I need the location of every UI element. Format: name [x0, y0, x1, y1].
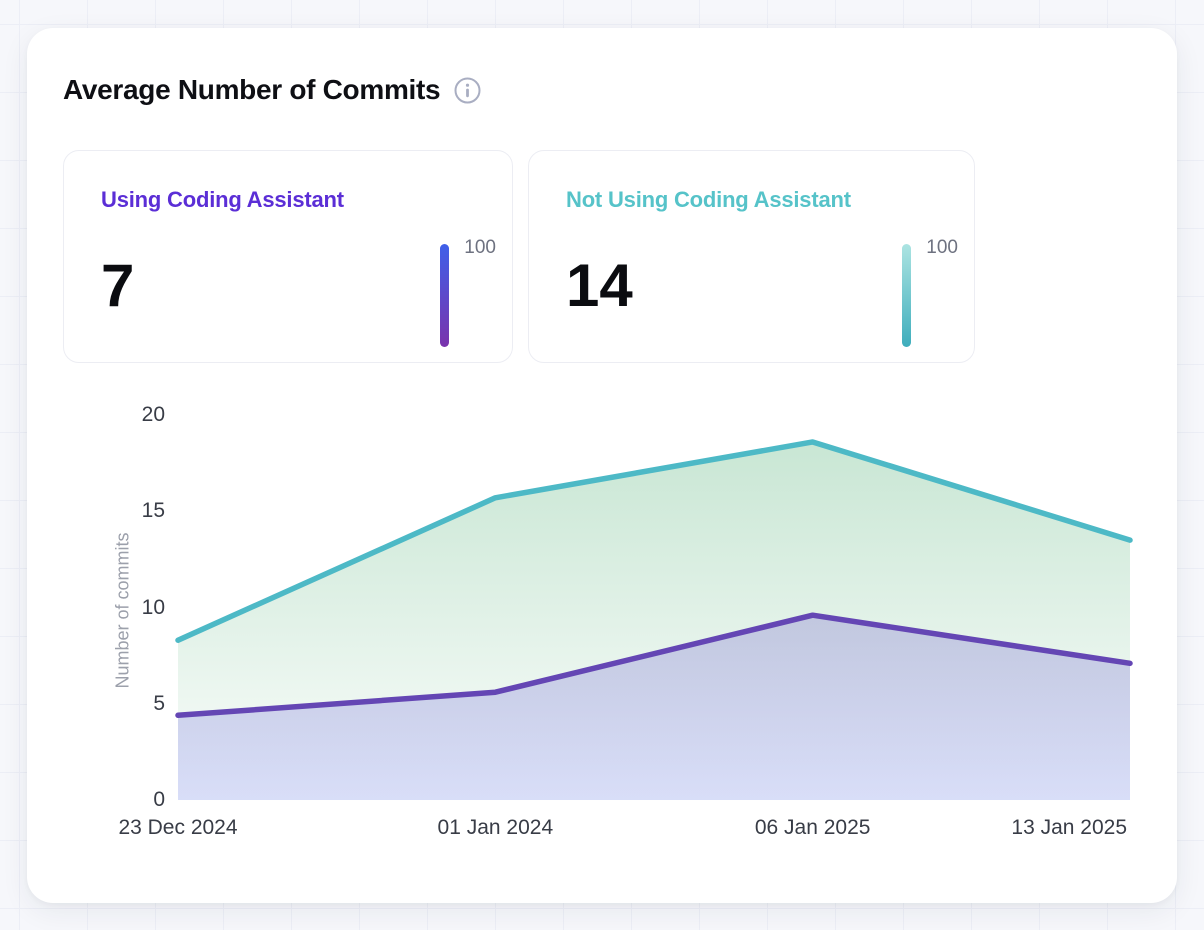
stat-value: 14 — [566, 256, 633, 316]
gauge-max-label: 100 — [926, 237, 958, 258]
x-tick-label: 13 Jan 2025 — [1011, 815, 1127, 841]
x-tick-label: 06 Jan 2025 — [755, 815, 871, 841]
gauge-bar — [440, 244, 449, 347]
stat-cards-row: Using Coding Assistant 7 100 Not Using C… — [63, 150, 975, 363]
y-axis-title: Number of commits — [113, 511, 134, 711]
stat-card-using-assistant: Using Coding Assistant 7 100 — [63, 150, 513, 363]
info-icon[interactable] — [454, 77, 481, 104]
card-header: Average Number of Commits — [63, 74, 481, 106]
commits-area-chart[interactable] — [178, 415, 1130, 800]
stat-title: Using Coding Assistant — [101, 187, 344, 213]
stat-card-not-using-assistant: Not Using Coding Assistant 14 100 — [528, 150, 975, 363]
gauge-bar — [902, 244, 911, 347]
gauge-max-label: 100 — [464, 237, 496, 258]
commits-chart-svg — [178, 415, 1130, 800]
stat-title: Not Using Coding Assistant — [566, 187, 851, 213]
commits-card: Average Number of Commits Using Coding A… — [27, 28, 1177, 903]
stat-gauge: 100 — [902, 237, 958, 347]
page-title: Average Number of Commits — [63, 74, 440, 106]
y-tick-label: 20 — [105, 403, 165, 427]
x-tick-label: 01 Jan 2024 — [438, 815, 554, 841]
stat-gauge: 100 — [440, 237, 496, 347]
stat-value: 7 — [101, 256, 134, 316]
x-tick-label: 23 Dec 2024 — [118, 815, 237, 841]
y-tick-label: 0 — [105, 788, 165, 812]
